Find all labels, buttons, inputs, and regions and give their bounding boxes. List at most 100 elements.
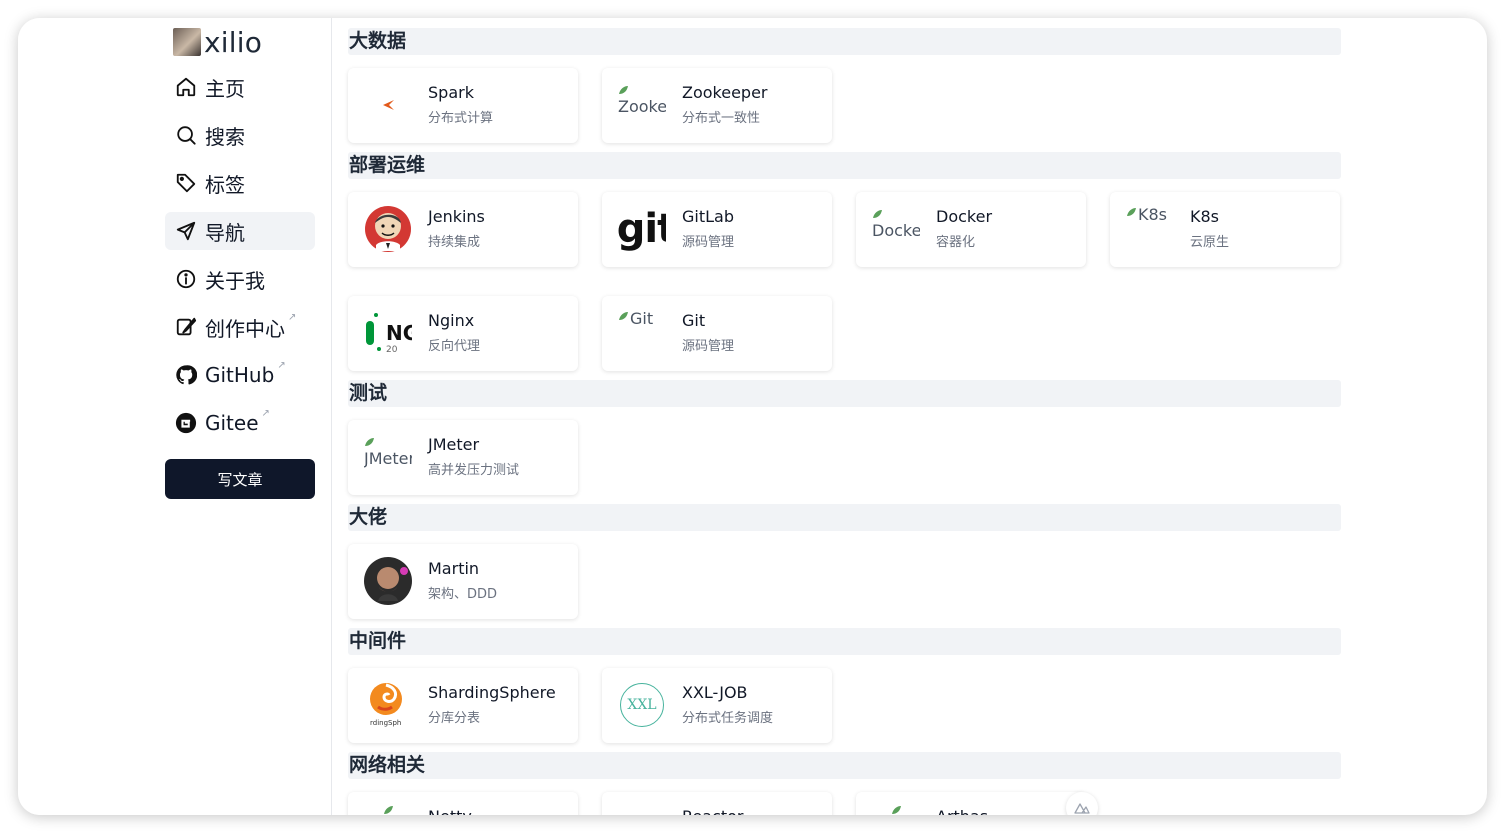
app-window: xilio 主页 搜索 标签 导航 关于我 创作中心 ↗ GitHub ↗ Gi… [18,18,1487,815]
shardingsphere-logo-text: rdingSph [370,719,402,727]
sidebar-item-label: 创作中心 [205,316,285,341]
sidebar-item-search[interactable]: 搜索 [165,116,315,154]
card-name: Jenkins [428,207,485,226]
card-name: XXL-JOB [682,683,748,702]
broken-image-icon: JMeter [364,437,412,477]
image-alt-text: Git [630,309,654,328]
image-alt-text: JMeter [364,449,412,468]
brand[interactable]: xilio [173,25,263,59]
jenkins-logo [364,205,412,253]
section-networking: 网络相关 Netty Reactor Arthas [348,752,1341,815]
section-title: 大佬 [348,504,1341,531]
sidebar-item-label: 主页 [205,76,245,101]
sidebar: xilio 主页 搜索 标签 导航 关于我 创作中心 ↗ GitHub ↗ Gi… [18,18,332,815]
nuxt-icon [1074,799,1090,816]
card-name: Netty [428,807,472,815]
broken-image-icon: Zookeeper [618,85,666,125]
sidebar-item-label: 标签 [205,172,245,197]
card-name: Zookeeper [682,83,768,102]
card-desc: 源码管理 [682,235,735,250]
gitee-icon [175,412,197,434]
site-card-arthas[interactable]: Arthas [856,792,1086,815]
site-card-gitlab[interactable]: git GitLab 源码管理 [602,192,832,267]
search-icon [175,124,197,146]
section-title: 中间件 [348,628,1341,655]
site-card-zookeeper[interactable]: Zookeeper Zookeeper 分布式一致性 [602,68,832,143]
navigation-content: 大数据 Spark 分布式计算 Zookeeper Zookeeper 分布式一… [348,18,1348,815]
card-desc: 分布式一致性 [682,111,761,126]
card-name: GitLab [682,207,734,226]
site-card-jenkins[interactable]: Jenkins 持续集成 [348,192,578,267]
section-title: 测试 [348,380,1341,407]
nginx-logo-text: NG [386,321,412,345]
git-logo: Git [618,309,666,357]
card-name: Docker [936,207,993,226]
site-card-netty[interactable]: Netty [348,792,578,815]
site-card-spark[interactable]: Spark 分布式计算 [348,68,578,143]
sidebar-item-home[interactable]: 主页 [165,68,315,106]
card-desc: 云原生 [1190,235,1230,250]
section-experts: 大佬 Martin 架构、DDD [348,504,1341,624]
section-testing: 测试 JMeter JMeter 高并发压力测试 [348,380,1341,500]
sidebar-item-tags[interactable]: 标签 [165,164,315,202]
sidebar-item-creator-center[interactable]: 创作中心 ↗ [165,308,315,346]
site-card-shardingsphere[interactable]: rdingSph ShardingSphere 分库分表 [348,668,578,743]
site-card-reactor[interactable]: Reactor [602,792,832,815]
sidebar-item-about[interactable]: 关于我 [165,260,315,298]
card-name: JMeter [428,435,480,454]
card-desc: 分布式任务调度 [682,711,774,726]
gitlab-logo-text: git [618,206,666,252]
quill-icon [175,316,197,338]
sidebar-item-label: GitHub [205,363,275,387]
sidebar-nav: 主页 搜索 标签 导航 关于我 创作中心 ↗ GitHub ↗ Gitee ↗ [165,68,315,452]
site-card-k8s[interactable]: K8s K8s 云原生 [1110,192,1340,267]
site-card-xxl-job[interactable]: XXL XXL-JOB 分布式任务调度 [602,668,832,743]
jmeter-logo: JMeter [364,433,412,481]
site-card-git[interactable]: Git Git 源码管理 [602,296,832,371]
write-article-button[interactable]: 写文章 [165,459,315,499]
section-title: 大数据 [348,28,1341,55]
card-name: Nginx [428,311,475,330]
broken-image-icon [383,806,393,814]
site-card-nginx[interactable]: NG 20 Nginx 反向代理 [348,296,578,371]
nginx-logo: NG 20 [364,309,412,357]
card-desc: 容器化 [936,235,976,250]
card-desc: 高并发压力测试 [428,463,520,478]
sidebar-item-label: 关于我 [205,268,265,293]
xxl-logo-text: XXL [627,697,657,713]
card-name: Arthas [936,807,988,815]
sidebar-item-label: 导航 [205,220,245,245]
external-link-icon: ↗ [277,359,286,371]
site-card-martin[interactable]: Martin 架构、DDD [348,544,578,619]
shardingsphere-logo: rdingSph [364,681,412,729]
k8s-logo: K8s [1126,205,1174,253]
site-card-jmeter[interactable]: JMeter JMeter 高并发压力测试 [348,420,578,495]
card-desc: 持续集成 [428,235,481,250]
site-card-docker[interactable]: Docker Docker 容器化 [856,192,1086,267]
xxl-job-logo: XXL [618,681,666,729]
spark-logo [364,81,412,129]
sidebar-item-gitee[interactable]: Gitee ↗ [165,404,315,442]
martin-avatar [364,557,412,605]
section-devops: 部署运维 Jenkins 持续集成 gi GitLab 源码管理 Docke D… [348,152,1341,372]
section-big-data: 大数据 Spark 分布式计算 Zookeeper Zookeeper 分布式一… [348,28,1341,148]
docker-logo: Docker [872,205,920,253]
github-icon [175,364,197,386]
card-name: Git [682,311,706,330]
card-name: Reactor [682,807,743,815]
card-desc: 分库分表 [428,711,481,726]
arthas-logo [872,805,920,815]
zookeeper-logo: Zookeeper [618,81,666,129]
external-link-icon: ↗ [288,311,297,323]
broken-image-icon: K8s [1126,205,1174,225]
netty-logo [364,805,412,815]
card-desc: 源码管理 [682,339,735,354]
section-title: 部署运维 [348,152,1341,179]
nginx-logo-sub: 20 [386,345,398,355]
brand-name: xilio [204,25,263,59]
home-icon [175,76,197,98]
card-name: K8s [1190,207,1220,226]
sidebar-item-navigation[interactable]: 导航 [165,212,315,250]
sidebar-item-github[interactable]: GitHub ↗ [165,356,315,394]
image-alt-text: Docker [872,221,920,240]
